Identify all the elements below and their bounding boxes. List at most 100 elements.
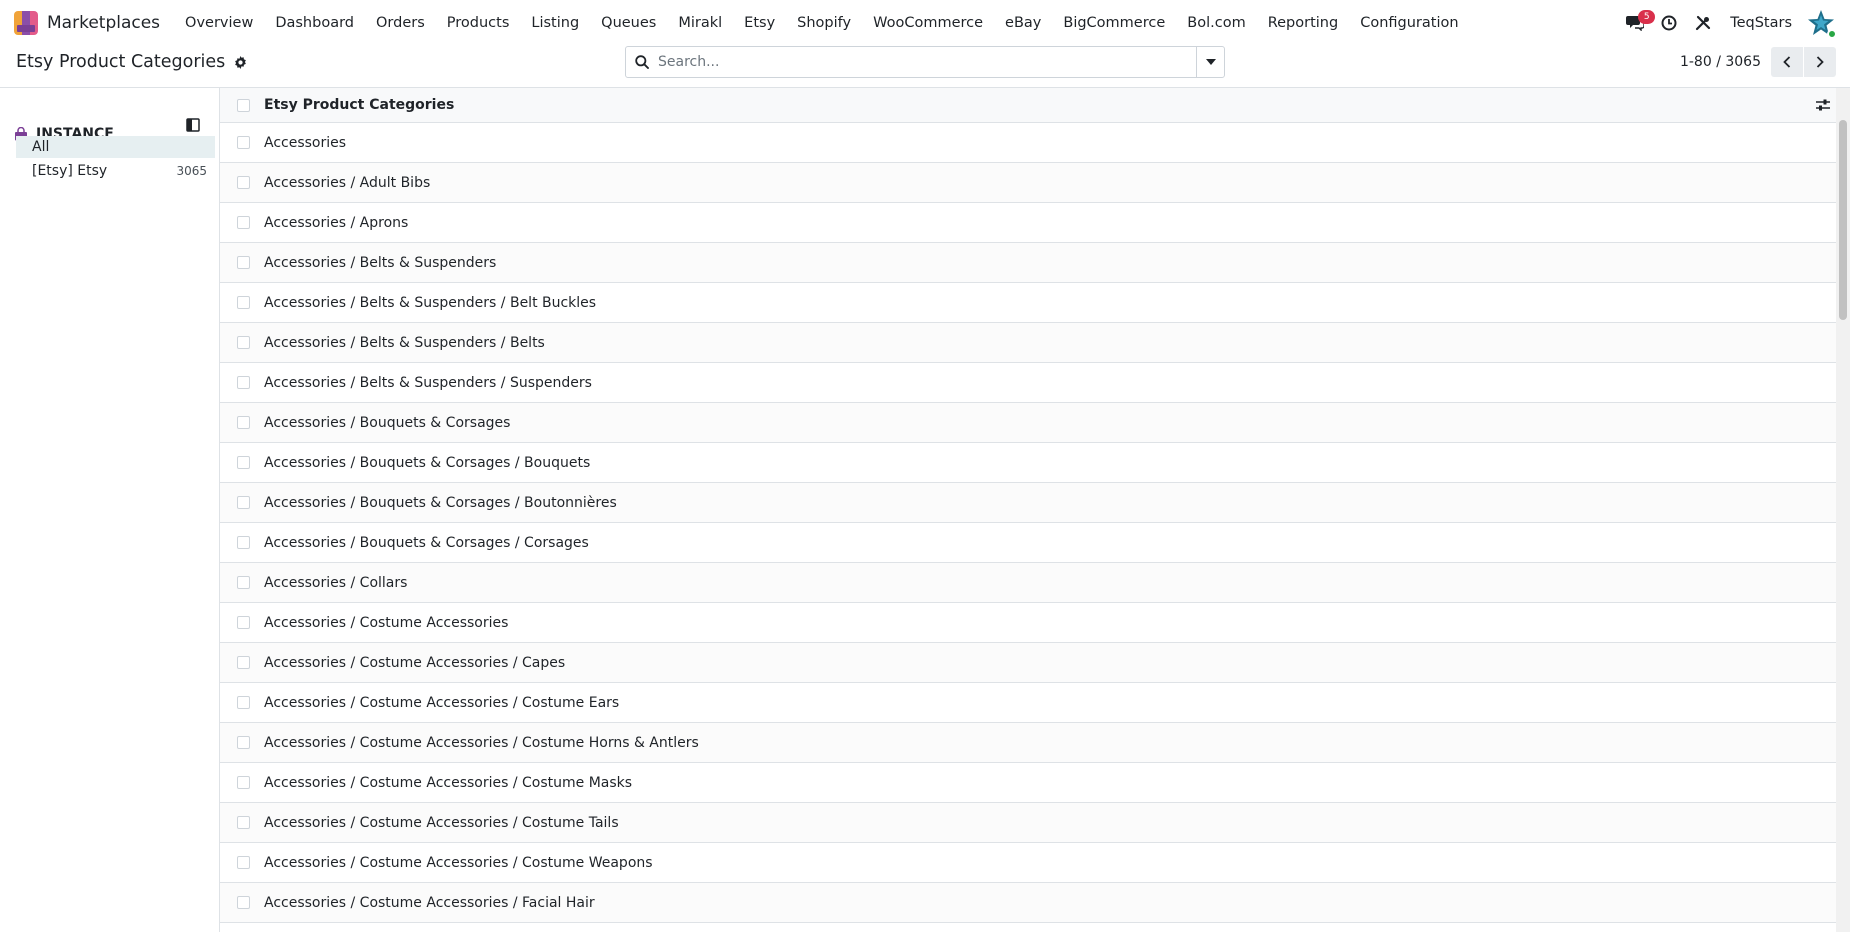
list-header: Etsy Product Categories [220,88,1836,123]
messages-button[interactable]: 5 [1618,0,1656,46]
row-checkbox[interactable] [237,496,250,509]
menu-item-woocommerce[interactable]: WooCommerce [862,15,994,31]
tools-icon [1696,15,1711,31]
menu-item-etsy[interactable]: Etsy [733,15,786,31]
row-checkbox[interactable] [237,656,250,669]
table-row[interactable]: Accessories / Belts & Suspenders / Suspe… [220,363,1836,403]
search-options-toggle[interactable] [1196,47,1224,77]
category-name: Accessories [264,134,347,151]
pager-value[interactable]: 1-80 / 3065 [1680,54,1761,70]
category-name: Accessories / Costume Accessories [264,614,509,631]
row-checkbox[interactable] [237,176,250,189]
menu-item-products[interactable]: Products [436,15,521,31]
caret-down-icon [1205,59,1216,65]
marketplaces-logo-icon [14,11,38,35]
chevron-left-icon [1783,56,1791,68]
menu-item-listing[interactable]: Listing [520,15,590,31]
control-panel: Etsy Product Categories 1-80 / 3065 [0,46,1850,88]
row-checkbox[interactable] [237,856,250,869]
category-name: Accessories / Belts & Suspenders [264,254,497,271]
scrollbar-thumb[interactable] [1839,120,1847,320]
row-checkbox[interactable] [237,376,250,389]
table-row[interactable]: Accessories / Bouquets & Corsages / Bout… [220,483,1836,523]
sliders-icon [1816,99,1830,111]
menu-item-bigcommerce[interactable]: BigCommerce [1052,15,1176,31]
row-checkbox[interactable] [237,136,250,149]
table-row[interactable]: Accessories / Costume Accessories / Faci… [220,883,1836,923]
row-checkbox[interactable] [237,616,250,629]
toggle-search-panel-button[interactable] [186,118,200,136]
column-header-category[interactable]: Etsy Product Categories [264,97,454,113]
row-checkbox[interactable] [237,576,250,589]
menu-item-bolcom[interactable]: Bol.com [1176,15,1256,31]
table-row[interactable]: Accessories / Collars [220,563,1836,603]
category-name: Accessories / Bouquets & Corsages [264,414,511,431]
debug-tools-button[interactable] [1686,0,1720,46]
menu-item-shopify[interactable]: Shopify [786,15,862,31]
filter-item-label: [Etsy] Etsy [32,163,108,179]
app-brand[interactable]: Marketplaces [14,11,160,35]
row-checkbox[interactable] [237,736,250,749]
select-all-checkbox[interactable] [237,98,250,112]
row-checkbox[interactable] [237,216,250,229]
table-row[interactable]: Accessories / Costume Accessories / Cost… [220,723,1836,763]
table-row[interactable]: Accessories / Costume Accessories / Cost… [220,683,1836,723]
table-row[interactable]: Accessories / Aprons [220,203,1836,243]
company-switcher[interactable]: TeqStars [1730,15,1792,31]
table-row[interactable]: Accessories / Adult Bibs [220,163,1836,203]
table-row[interactable]: Accessories / Costume Accessories / Cost… [220,843,1836,883]
filter-item-etsy[interactable]: [Etsy] Etsy 3065 [16,160,215,182]
menu-item-dashboard[interactable]: Dashboard [264,15,365,31]
row-checkbox[interactable] [237,296,250,309]
page-title-wrap: Etsy Product Categories [16,52,247,72]
row-checkbox[interactable] [237,776,250,789]
user-avatar[interactable] [1806,8,1837,39]
search-icon [635,55,649,69]
online-status-icon [1827,29,1837,39]
list-scrollbar[interactable] [1836,88,1850,932]
pager-next-button[interactable] [1804,47,1836,77]
table-row[interactable]: Accessories / Costume Accessories / Cape… [220,643,1836,683]
category-name: Accessories / Costume Accessories / Cost… [264,814,619,831]
pager-previous-button[interactable] [1771,47,1803,77]
row-checkbox[interactable] [237,456,250,469]
menu-item-reporting[interactable]: Reporting [1257,15,1350,31]
table-row[interactable]: Accessories / Bouquets & Corsages / Bouq… [220,443,1836,483]
search-bar [625,46,1225,78]
menu-item-overview[interactable]: Overview [174,15,264,31]
table-row[interactable]: Accessories / Belts & Suspenders [220,243,1836,283]
search-input[interactable] [658,48,1196,76]
gear-icon[interactable] [234,55,247,69]
table-row[interactable]: Accessories [220,123,1836,163]
category-name: Accessories / Costume Accessories / Cost… [264,734,699,751]
menu-item-queues[interactable]: Queues [590,15,667,31]
table-row[interactable]: Accessories / Costume Accessories / Cost… [220,803,1836,843]
table-row[interactable]: Accessories / Costume Accessories / Cost… [220,763,1836,803]
menu-item-mirakl[interactable]: Mirakl [667,15,733,31]
menu-item-ebay[interactable]: eBay [994,15,1052,31]
category-name: Accessories / Belts & Suspenders / Belts [264,334,545,351]
menu-item-orders[interactable]: Orders [365,15,436,31]
table-row[interactable]: Accessories / Bouquets & Corsages / Cors… [220,523,1836,563]
filter-item-all[interactable]: All [16,136,215,158]
menu-item-configuration[interactable]: Configuration [1349,15,1469,31]
systray: 5 TeqStars [1618,0,1850,46]
row-checkbox[interactable] [237,256,250,269]
table-row[interactable]: Accessories / Belts & Suspenders / Belt … [220,283,1836,323]
row-checkbox[interactable] [237,536,250,549]
row-checkbox[interactable] [237,336,250,349]
list-body: Accessories Accessories / Adult Bibs Acc… [220,123,1836,923]
table-row[interactable]: Accessories / Belts & Suspenders / Belts [220,323,1836,363]
app-name: Marketplaces [47,13,161,33]
row-checkbox[interactable] [237,416,250,429]
row-checkbox[interactable] [237,896,250,909]
activities-button[interactable] [1652,0,1686,46]
filter-item-label: All [32,139,50,155]
row-checkbox[interactable] [237,816,250,829]
row-checkbox[interactable] [237,696,250,709]
top-navbar: Marketplaces Overview Dashboard Orders P… [0,0,1850,46]
table-row[interactable]: Accessories / Bouquets & Corsages [220,403,1836,443]
pager: 1-80 / 3065 [1680,46,1836,78]
optional-columns-toggle[interactable] [1816,98,1830,116]
table-row[interactable]: Accessories / Costume Accessories [220,603,1836,643]
